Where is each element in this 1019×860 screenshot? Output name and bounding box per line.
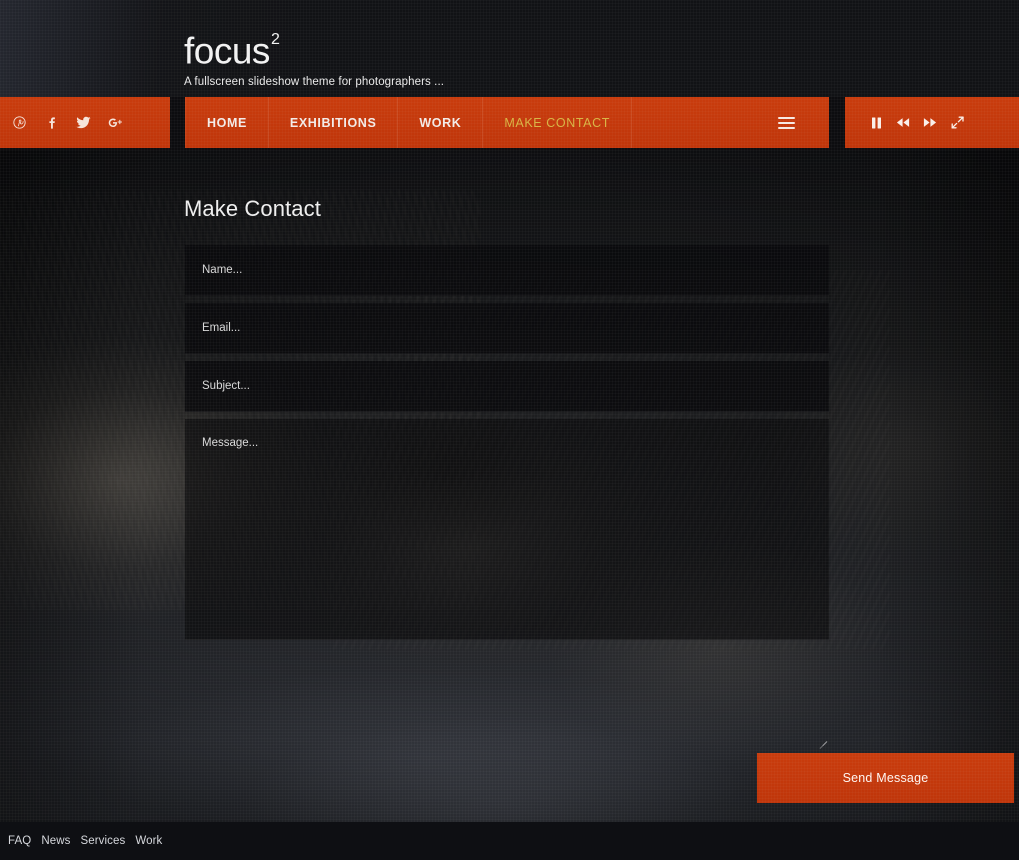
site-header: focus2 A fullscreen slideshow theme for … xyxy=(0,0,1019,97)
nav-item-exhibitions[interactable]: EXHIBITIONS xyxy=(269,97,399,148)
pause-icon[interactable] xyxy=(867,113,885,133)
main-navigation: HOME EXHIBITIONS WORK MAKE CONTACT xyxy=(185,97,829,148)
page-root: focus2 A fullscreen slideshow theme for … xyxy=(0,0,1019,860)
toolbar-row: HOME EXHIBITIONS WORK MAKE CONTACT xyxy=(0,97,1019,148)
email-input[interactable] xyxy=(185,303,829,354)
footer-link-services[interactable]: Services xyxy=(80,835,125,847)
subject-input[interactable] xyxy=(185,361,829,412)
pinterest-icon[interactable] xyxy=(8,110,30,136)
nav-item-home[interactable]: HOME xyxy=(185,97,269,148)
previous-icon[interactable] xyxy=(894,113,912,133)
textarea-resize-handle[interactable] xyxy=(816,732,828,749)
site-logo[interactable]: focus2 xyxy=(184,26,280,72)
footer-link-work[interactable]: Work xyxy=(135,835,162,847)
site-branding[interactable]: focus2 A fullscreen slideshow theme for … xyxy=(184,26,444,89)
logo-superscript: 2 xyxy=(270,31,280,48)
logo-text: focus xyxy=(184,30,270,72)
next-icon[interactable] xyxy=(921,113,939,133)
social-links-bar xyxy=(0,97,170,148)
facebook-icon[interactable] xyxy=(40,110,62,136)
nav-item-work[interactable]: WORK xyxy=(398,97,484,148)
site-footer: FAQ News Services Work xyxy=(0,822,1019,860)
twitter-icon[interactable] xyxy=(72,110,94,136)
main-content: Make Contact Send Message xyxy=(0,148,1019,822)
google-plus-icon[interactable] xyxy=(104,110,126,136)
fullscreen-icon[interactable] xyxy=(948,113,966,133)
footer-link-faq[interactable]: FAQ xyxy=(8,835,31,847)
page-title: Make Contact xyxy=(184,196,321,221)
site-tagline: A fullscreen slideshow theme for photogr… xyxy=(184,76,445,89)
footer-link-news[interactable]: News xyxy=(41,835,70,847)
send-message-button[interactable]: Send Message xyxy=(757,753,1014,803)
nav-item-make-contact[interactable]: MAKE CONTACT xyxy=(483,97,632,148)
message-textarea[interactable] xyxy=(185,419,829,640)
hamburger-menu-icon[interactable] xyxy=(778,97,813,148)
contact-form: Send Message xyxy=(185,245,1014,803)
slideshow-controls-bar xyxy=(845,97,1019,148)
name-input[interactable] xyxy=(185,245,829,296)
